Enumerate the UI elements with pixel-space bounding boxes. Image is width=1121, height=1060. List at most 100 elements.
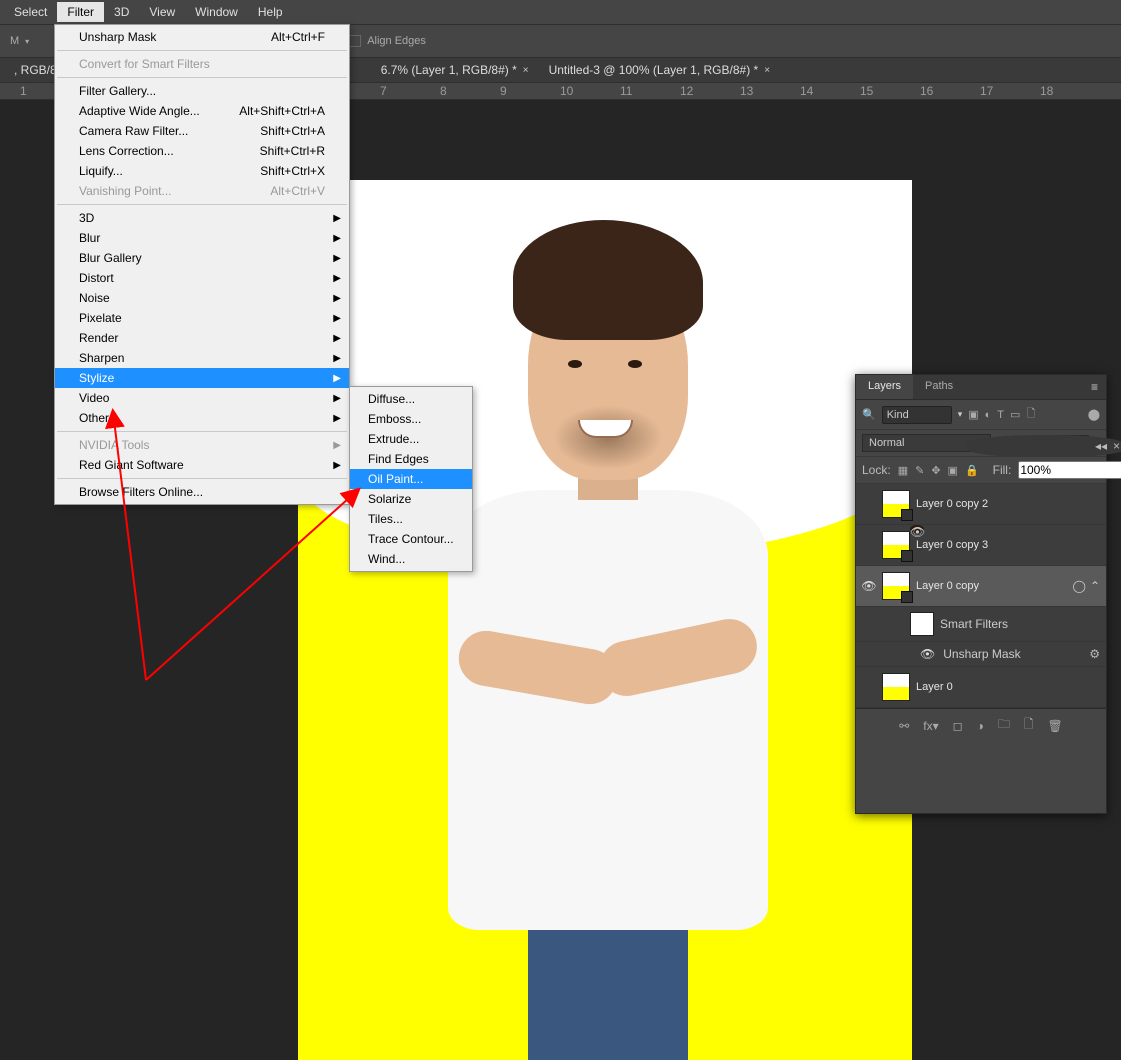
menu-item[interactable]: Camera Raw Filter...Shift+Ctrl+A	[55, 121, 349, 141]
adjustment-icon[interactable]: ◑	[977, 719, 984, 733]
fill-input[interactable]	[1018, 461, 1121, 479]
submenu-item[interactable]: Wind...	[350, 549, 472, 569]
menu-item[interactable]: Pixelate▶	[55, 308, 349, 328]
menu-filter[interactable]: Filter	[57, 2, 104, 22]
layer-row[interactable]: 👁 Layer 0 copy ◯ ⌃	[856, 566, 1106, 607]
visibility-toggle[interactable]	[862, 538, 876, 552]
menu-item-label: Video	[79, 391, 109, 405]
filter-type-icon[interactable]: T	[997, 409, 1004, 421]
lock-position-icon[interactable]: ✥	[931, 464, 940, 477]
submenu-item[interactable]: Extrude...	[350, 429, 472, 449]
tab-paths[interactable]: Paths	[913, 375, 965, 399]
menu-help[interactable]: Help	[248, 2, 293, 22]
menu-window[interactable]: Window	[185, 2, 248, 22]
visibility-toggle[interactable]	[862, 680, 876, 694]
chevron-down-icon[interactable]: ▾	[25, 37, 29, 46]
menu-3d[interactable]: 3D	[104, 2, 139, 22]
panel-menu-icon[interactable]: ≡	[1083, 375, 1106, 399]
visibility-toggle[interactable]: 👁	[910, 525, 924, 533]
menu-item[interactable]: Distort▶	[55, 268, 349, 288]
layer-name[interactable]: Layer 0 copy 3	[916, 539, 988, 551]
layer-thumbnail[interactable]	[882, 572, 910, 600]
filter-toggle-icon[interactable]: ⬤	[1088, 408, 1100, 421]
menu-item[interactable]: Blur▶	[55, 228, 349, 248]
visibility-toggle[interactable]: 👁	[862, 579, 876, 593]
close-icon[interactable]: ×	[523, 65, 529, 76]
filter-smart-icon[interactable]: 🗋	[1026, 405, 1035, 424]
filter-image-icon[interactable]: ▣	[968, 408, 978, 421]
ruler-tick: 10	[560, 84, 573, 98]
menu-item[interactable]: Render▶	[55, 328, 349, 348]
filter-shape-icon[interactable]: ▭	[1010, 408, 1020, 421]
lock-all-icon[interactable]: 🔒	[965, 464, 979, 477]
layer-filter-kind[interactable]	[882, 406, 952, 424]
menu-item[interactable]: Noise▶	[55, 288, 349, 308]
submenu-item[interactable]: Trace Contour...	[350, 529, 472, 549]
fx-icon[interactable]: fx▾	[923, 719, 938, 733]
group-icon[interactable]: 🗀	[998, 715, 1010, 736]
canvas[interactable]	[298, 180, 912, 1060]
align-edges-checkbox[interactable]	[349, 35, 361, 47]
menu-view[interactable]: View	[139, 2, 185, 22]
lock-artboard-icon[interactable]: ▣	[948, 464, 958, 477]
menu-select[interactable]: Select	[4, 2, 57, 22]
filter-blend-icon[interactable]: ⚙	[1089, 647, 1100, 661]
submenu-item[interactable]: Tiles...	[350, 509, 472, 529]
menu-item: NVIDIA Tools▶	[55, 435, 349, 455]
menu-item[interactable]: Filter Gallery...	[55, 81, 349, 101]
layer-thumbnail[interactable]	[882, 531, 910, 559]
layer-thumbnail[interactable]	[882, 490, 910, 518]
submenu-item[interactable]: Diffuse...	[350, 389, 472, 409]
visibility-toggle[interactable]: 👁	[920, 647, 935, 661]
tab-layers[interactable]: Layers	[856, 375, 913, 399]
mask-icon[interactable]: ◻	[953, 719, 963, 733]
menu-item[interactable]: Other▶	[55, 408, 349, 428]
ruler-tick: 11	[620, 84, 632, 98]
ruler-tick: 17	[980, 84, 993, 98]
layer-name[interactable]: Layer 0 copy	[916, 580, 979, 592]
layer-name[interactable]: Layer 0	[916, 681, 953, 693]
close-icon[interactable]: ×	[764, 65, 770, 76]
filter-ring-icon[interactable]: ◯	[1073, 579, 1086, 593]
visibility-toggle[interactable]	[862, 497, 876, 511]
smart-filter-mask[interactable]	[910, 612, 934, 636]
menu-item[interactable]: Unsharp MaskAlt+Ctrl+F	[55, 27, 349, 47]
submenu-item[interactable]: Oil Paint...	[350, 469, 472, 489]
menu-item[interactable]: Liquify...Shift+Ctrl+X	[55, 161, 349, 181]
lock-trans-icon[interactable]: ▦	[898, 464, 908, 477]
menu-item[interactable]: Video▶	[55, 388, 349, 408]
menu-item[interactable]: Adaptive Wide Angle...Alt+Shift+Ctrl+A	[55, 101, 349, 121]
new-layer-icon[interactable]: 🗋	[1024, 715, 1034, 736]
menu-shortcut: Shift+Ctrl+A	[260, 124, 325, 138]
menu-item[interactable]: Lens Correction...Shift+Ctrl+R	[55, 141, 349, 161]
lock-pixels-icon[interactable]: ✎	[915, 464, 924, 477]
menu-item[interactable]: Stylize▶	[55, 368, 349, 388]
submenu-item[interactable]: Emboss...	[350, 409, 472, 429]
layer-row[interactable]: Layer 0	[856, 667, 1106, 708]
layer-row[interactable]: Layer 0 copy 2	[856, 484, 1106, 525]
filter-adjust-icon[interactable]: ◐	[985, 409, 992, 421]
layer-row[interactable]: Layer 0 copy 3	[856, 525, 1106, 566]
filter-effect-row[interactable]: 👁 Unsharp Mask ⚙	[856, 642, 1106, 667]
submenu-arrow-icon: ▶	[333, 440, 341, 451]
collapse-icon[interactable]: ◂◂	[1095, 439, 1107, 453]
layer-name[interactable]: Layer 0 copy 2	[916, 498, 988, 510]
document-tab-1[interactable]: 6.7% (Layer 1, RGB/8#) * ×	[371, 59, 539, 81]
submenu-item[interactable]: Solarize	[350, 489, 472, 509]
delete-icon[interactable]: 🗑	[1048, 719, 1063, 733]
menubar: Select Filter 3D View Window Help	[0, 0, 1121, 24]
filter-menu-dropdown: Unsharp MaskAlt+Ctrl+FConvert for Smart …	[54, 24, 350, 505]
document-tab-2[interactable]: Untitled-3 @ 100% (Layer 1, RGB/8#) * ×	[539, 59, 780, 81]
menu-item[interactable]: Sharpen▶	[55, 348, 349, 368]
layer-thumbnail[interactable]	[882, 673, 910, 701]
smart-filters-row[interactable]: 👁 Smart Filters	[856, 607, 1106, 642]
submenu-item[interactable]: Find Edges	[350, 449, 472, 469]
menu-item[interactable]: Browse Filters Online...	[55, 482, 349, 502]
chevron-up-icon[interactable]: ⌃	[1090, 579, 1100, 593]
mask-toggle-label[interactable]: M	[10, 35, 19, 47]
menu-item[interactable]: Red Giant Software▶	[55, 455, 349, 475]
menu-item[interactable]: 3D▶	[55, 208, 349, 228]
close-icon[interactable]: ×	[1113, 439, 1120, 453]
menu-item[interactable]: Blur Gallery▶	[55, 248, 349, 268]
link-layers-icon[interactable]: ⚯	[899, 719, 909, 733]
